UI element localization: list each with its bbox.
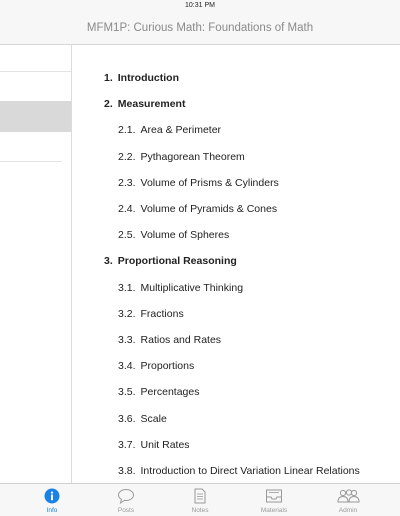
toc-item-label: Introduction [117, 72, 180, 84]
sidebar-divider [0, 161, 62, 162]
toc-item-label: Ratios and Rates [140, 334, 222, 346]
toc-item-label: Introduction to Direct Variation Linear … [140, 465, 360, 477]
toc-item-label: Scale [140, 412, 167, 425]
toc-section-item[interactable]: 2.1. Area & Perimeter [72, 120, 400, 140]
navigation-bar: MFM1P: Curious Math: Foundations of Math [0, 11, 400, 45]
tab-bar: Info Posts Notes Materials Admin [0, 483, 400, 516]
toc-item-label: Measurement [117, 98, 186, 111]
tab-label: Posts [117, 507, 135, 514]
toc-item-number: 2.5. [118, 229, 136, 242]
toc-section-item[interactable]: 3.7. Unit Rates [72, 435, 400, 455]
status-bar: 10:31 PM [0, 0, 400, 11]
tab-label: Info [46, 507, 58, 514]
toc-item-number: 3.3. [118, 334, 136, 346]
toc-item-label: Proportions [140, 360, 195, 373]
toc-section-item[interactable]: 3.4. Proportions [72, 356, 400, 376]
tab-label: Materials [260, 507, 288, 514]
toc-item-label: Percentages [140, 386, 200, 399]
toc-chapter-item[interactable]: 1. Introduction [72, 68, 400, 88]
inbox-tray-icon [266, 489, 282, 503]
toc-item-number: 3.6. [118, 412, 136, 425]
toc-section-item[interactable]: 2.2. Pythagorean Theorem [72, 147, 400, 167]
tab-label: Admin [338, 507, 358, 514]
toc-item-label: Multiplicative Thinking [140, 281, 244, 294]
toc-item-number: 2.4. [118, 203, 136, 215]
toc-item-number: 2.3. [118, 176, 136, 189]
toc-item-number: 2. [104, 98, 113, 111]
toc-item-label: Proportional Reasoning [117, 255, 237, 268]
toc-section-item[interactable]: 3.3. Ratios and Rates [72, 330, 400, 350]
toc-item-number: 3.4. [118, 360, 136, 373]
toc-item-label: Volume of Prisms & Cylinders [140, 176, 279, 189]
tab-info[interactable]: Info [15, 484, 89, 516]
sidebar-divider [0, 71, 71, 72]
document-icon [194, 488, 206, 504]
toc-item-number: 3. [104, 255, 113, 268]
tab-posts[interactable]: Posts [89, 484, 163, 516]
tab-materials[interactable]: Materials [237, 484, 311, 516]
table-of-contents: 1. Introduction 2. Measurement 2.1. Area & Pe… [72, 45, 400, 483]
toc-item-number: 3.8. [118, 465, 136, 477]
toc-section-item[interactable]: 3.1. Multiplicative Thinking [72, 278, 400, 298]
toc-item-number: 3.2. [118, 307, 136, 320]
toc-chapter-item[interactable]: 2. Measurement [72, 94, 400, 114]
toc-item-number: 3.7. [118, 438, 136, 451]
toc-item-label: Fractions [140, 307, 184, 320]
toc-section-item[interactable]: 2.5. Volume of Spheres [72, 225, 400, 245]
toc-item-label: Volume of Spheres [140, 229, 230, 242]
status-time: 10:31 PM [185, 2, 215, 9]
toc-item-label: Pythagorean Theorem [140, 150, 245, 163]
toc-item-number: 3.5. [118, 386, 136, 399]
toc-section-item[interactable]: 2.3. Volume of Prisms & Cylinders [72, 173, 400, 193]
tab-label: Notes [191, 507, 209, 514]
toc-item-number: 2.2. [118, 150, 136, 163]
toc-item-number: 1. [104, 72, 113, 84]
tab-notes[interactable]: Notes [163, 484, 237, 516]
tab-admin[interactable]: Admin [311, 484, 385, 516]
sidebar-selected-row[interactable] [0, 101, 71, 132]
toc-item-label: Volume of Pyramids & Cones [140, 203, 278, 215]
toc-section-item[interactable]: 3.2. Fractions [72, 304, 400, 324]
toc-section-item[interactable]: 2.4. Volume of Pyramids & Cones [72, 199, 400, 219]
info-icon [44, 488, 60, 504]
toc-section-item[interactable]: 3.6. Scale [72, 409, 400, 429]
sidebar [0, 45, 72, 483]
toc-item-label: Unit Rates [140, 438, 190, 451]
people-icon [337, 489, 360, 503]
toc-item-label: Area & Perimeter [140, 124, 222, 137]
toc-section-item[interactable]: 3.8. Introduction to Direct Variation Lin… [72, 461, 400, 481]
toc-item-number: 2.1. [118, 124, 136, 137]
toc-section-item[interactable]: 3.5. Percentages [72, 382, 400, 402]
toc-item-number: 3.1. [118, 281, 136, 294]
speech-bubble-icon [118, 489, 134, 504]
page-title: MFM1P: Curious Math: Foundations of Math [86, 22, 314, 34]
toc-chapter-item[interactable]: 3. Proportional Reasoning [72, 251, 400, 271]
